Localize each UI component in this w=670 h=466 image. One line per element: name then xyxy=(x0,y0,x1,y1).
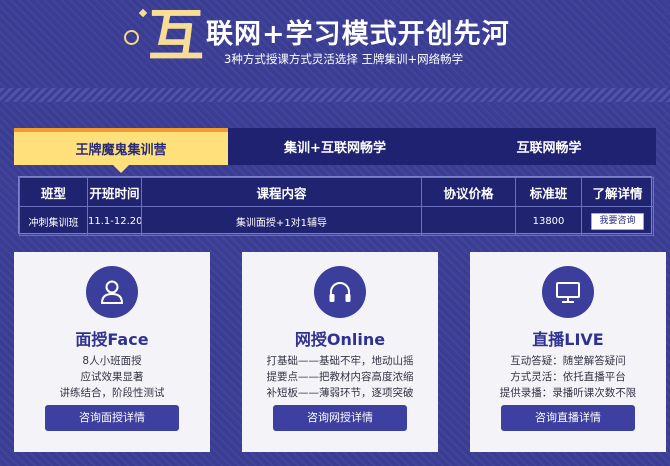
header-content: 课程内容 xyxy=(141,177,422,207)
tab-elite-camp[interactable]: 王牌魔鬼集训营 xyxy=(14,128,228,173)
consult-face-button[interactable]: 咨询面授详情 xyxy=(45,405,179,431)
cell-standard-price: 13800 xyxy=(515,206,582,236)
circle-ornament xyxy=(124,30,139,45)
card-title: 网授Online xyxy=(294,330,386,349)
card-face: 面授Face 8人小班面授 应试效果显著 讲练结合，阶段性测试 咨询面授详情 xyxy=(14,252,210,452)
header-standard-price: 标准班 xyxy=(515,177,582,207)
header-details: 了解详情 xyxy=(581,177,654,207)
headphones-icon xyxy=(314,266,366,318)
header-agreement-price: 协议价格 xyxy=(421,177,516,207)
banner: 互 联网+学习模式开创先河 3种方式授课方式灵活选择 王牌集训+网络畅学 xyxy=(0,0,670,88)
tab-online-study[interactable]: 互联网畅学 xyxy=(442,128,656,165)
card-line: 互动答疑：随堂解答疑问 xyxy=(510,355,626,367)
course-table: 班型 开班时间 课程内容 协议价格 标准班 了解详情 冲刺集训班 11.1-12… xyxy=(18,176,654,236)
cell-content: 集训面授+1对1辅导 xyxy=(141,206,422,236)
card-line: 8人小班面授 xyxy=(82,355,142,367)
card-online: 网授Online 打基础——基础不牢，地动山摇 提要点——把教材内容高度浓缩 补… xyxy=(242,252,438,452)
banner-big-char: 互 xyxy=(148,3,204,69)
table-row: 冲刺集训班 11.1-12.20 集训面授+1对1辅导 13800 我要咨询 xyxy=(19,206,654,236)
cell-type: 冲刺集训班 xyxy=(19,206,88,236)
monitor-icon xyxy=(542,266,594,318)
banner-subtitle: 3种方式授课方式灵活选择 王牌集训+网络畅学 xyxy=(224,52,464,66)
header-time: 开班时间 xyxy=(87,177,142,207)
card-title: 面授Face xyxy=(75,330,149,349)
card-title: 直播LIVE xyxy=(532,330,604,349)
card-line: 应试效果显著 xyxy=(80,371,144,383)
card-live: 直播LIVE 互动答疑：随堂解答疑问 方式灵活：依托直播平台 提供录播：录播听课… xyxy=(470,252,666,452)
diamond-ornament xyxy=(138,8,148,18)
table-header-row: 班型 开班时间 课程内容 协议价格 标准班 了解详情 xyxy=(19,177,654,207)
card-line: 方式灵活：依托直播平台 xyxy=(510,371,626,383)
card-line: 打基础——基础不牢，地动山摇 xyxy=(266,355,414,367)
card-line: 补短板——薄弱环节，逐项突破 xyxy=(266,387,414,399)
tab-camp-plus-online[interactable]: 集训+互联网畅学 xyxy=(228,128,442,165)
header-type: 班型 xyxy=(19,177,88,207)
course-tabs: 王牌魔鬼集训营 集训+互联网畅学 互联网畅学 xyxy=(14,128,656,173)
consult-online-button[interactable]: 咨询网授详情 xyxy=(273,405,407,431)
consult-button[interactable]: 我要咨询 xyxy=(591,212,644,230)
cell-agreement-price xyxy=(421,206,516,236)
cell-details: 我要咨询 xyxy=(581,206,654,236)
card-line: 讲练结合，阶段性测试 xyxy=(59,387,165,399)
card-line: 提要点——把教材内容高度浓缩 xyxy=(266,371,414,383)
banner-title: 联网+学习模式开创先河 xyxy=(206,19,510,50)
consult-live-button[interactable]: 咨询直播详情 xyxy=(501,405,635,431)
user-icon xyxy=(86,266,138,318)
card-line: 提供录播：录播听课次数不限 xyxy=(499,387,637,399)
decorative-stripe-band xyxy=(0,88,670,102)
cell-time: 11.1-12.20 xyxy=(87,206,142,236)
